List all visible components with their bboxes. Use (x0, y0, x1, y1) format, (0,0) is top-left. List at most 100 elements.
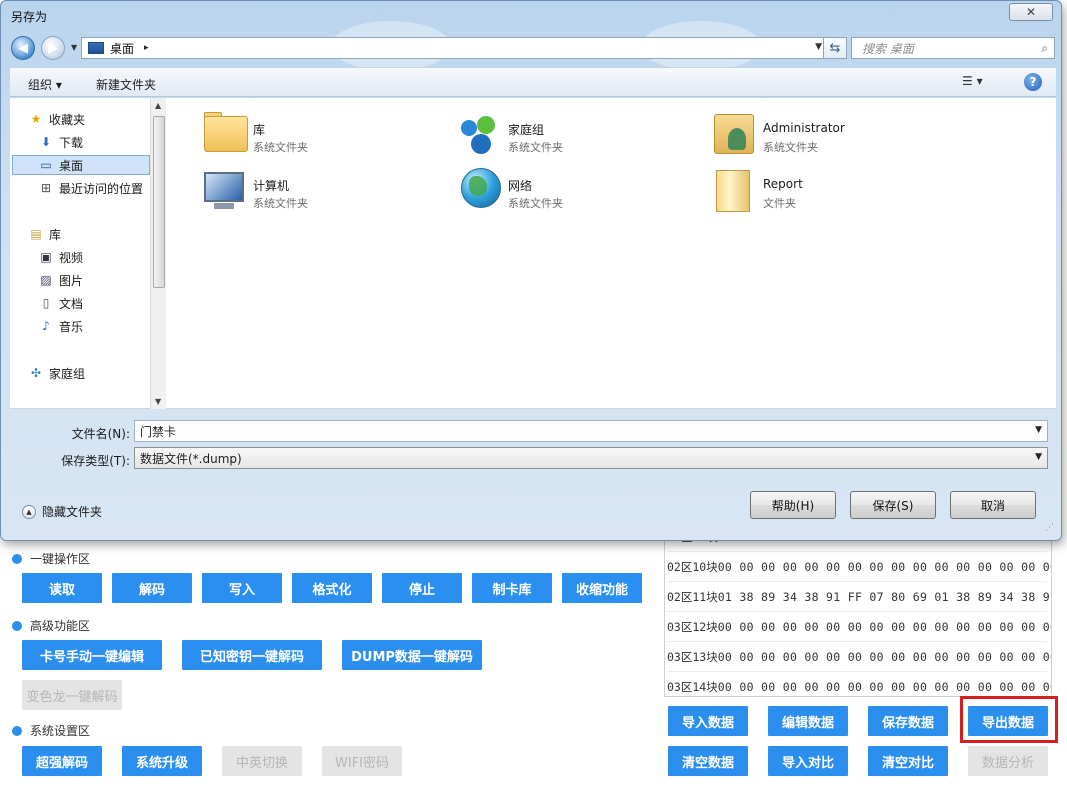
manual-card-edit-button[interactable]: 卡号手动一键编辑 (22, 640, 162, 670)
write-button[interactable]: 写入 (202, 573, 282, 603)
read-button[interactable]: 读取 (22, 573, 102, 603)
clear-data-button[interactable]: 清空数据 (668, 746, 748, 776)
file-type: 系统文件夹 (508, 141, 563, 154)
scrollbar-thumb[interactable] (153, 116, 165, 288)
file-item-administrator[interactable]: Administrator 系统文件夹 (698, 106, 938, 154)
nav-item-label: 图片 (59, 273, 84, 288)
file-list: 库 系统文件夹 家庭组 系统文件夹 Administrator 系统文件夹 计算… (176, 98, 1056, 409)
address-bar[interactable]: 桌面 ▸ ▼ (81, 37, 827, 59)
section-advanced: 高级功能区 (12, 617, 90, 634)
hex-row: 03区13块 00 00 00 00 00 00 00 00 00 00 00 0… (667, 642, 1051, 672)
breadcrumb-arrow-icon[interactable]: ▸ (144, 43, 149, 53)
decode-button[interactable]: 解码 (112, 573, 192, 603)
chameleon-decode-button[interactable]: 变色龙一键解码 (22, 680, 122, 710)
hex-data-panel[interactable]: 02区09块00 00 00 00 00 00 00 00 00 00 00 0… (664, 525, 1052, 697)
scroll-up-icon[interactable]: ▲ (155, 101, 161, 110)
file-name: 计算机 (253, 179, 290, 193)
help-button[interactable]: 帮助(H) (750, 491, 836, 519)
import-compare-button[interactable]: 导入对比 (768, 746, 848, 776)
scroll-down-icon[interactable]: ▼ (155, 397, 161, 406)
breadcrumb-desktop[interactable]: 桌面 (110, 40, 134, 57)
nav-videos[interactable]: ▣ 视频 (38, 247, 83, 267)
cancel-button[interactable]: 取消 (950, 491, 1036, 519)
nav-favorites[interactable]: ★ 收藏夹 (28, 109, 85, 129)
format-button[interactable]: 格式化 (292, 573, 372, 603)
nav-item-label: 文档 (59, 296, 84, 311)
desktop-icon: ▭ (40, 158, 52, 172)
bullet-dot-icon (12, 725, 22, 736)
file-name: Administrator (763, 121, 845, 135)
system-upgrade-button[interactable]: 系统升级 (122, 746, 202, 776)
refresh-button[interactable]: ⇆ (823, 37, 847, 59)
filename-input[interactable]: 门禁卡 ▼ (134, 420, 1048, 442)
file-item-computer[interactable]: 计算机 系统文件夹 (188, 162, 428, 210)
file-name: Report (763, 177, 803, 191)
music-icon: ♪ (42, 319, 50, 333)
file-name: 家庭组 (508, 123, 545, 137)
nav-item-label: 最近访问的位置 (59, 181, 144, 196)
file-name: 网络 (508, 179, 533, 193)
hide-folders-toggle[interactable]: ▲ 隐藏文件夹 (22, 503, 102, 520)
super-decode-button[interactable]: 超强解码 (22, 746, 102, 776)
dialog-titlebar[interactable]: 另存为 ✕ (1, 1, 1061, 29)
collapse-functions-button[interactable]: 收缩功能 (562, 573, 642, 603)
nav-item-label: 桌面 (59, 158, 84, 173)
save-fields: 文件名(N): 门禁卡 ▼ 保存类型(T): 数据文件(*.dump) ▼ (10, 410, 1056, 472)
filename-dropdown-icon[interactable]: ▼ (1035, 425, 1042, 435)
library-icon: ▤ (30, 227, 42, 241)
save-button[interactable]: 保存(S) (850, 491, 936, 519)
data-analysis-button[interactable]: 数据分析 (968, 746, 1048, 776)
search-input[interactable]: 搜索 桌面 ⌕ (851, 37, 1055, 59)
wifi-password-button[interactable]: WIFI密码 (322, 746, 402, 776)
nav-item-label: 家庭组 (49, 366, 86, 381)
nav-desktop[interactable]: ▭ 桌面 (12, 155, 150, 175)
known-key-decode-button[interactable]: 已知密钥一键解码 (182, 640, 322, 670)
navigation-pane: ★ 收藏夹 ⬇ 下载 ▭ 桌面 ⊞ 最近访问的位置 ▤ 库 ▣ 视频 ▨ 图片 ▯ 文档 ♪ 音乐… (10, 98, 166, 409)
language-switch-button[interactable]: 中英切换 (222, 746, 302, 776)
nav-homegroup[interactable]: ✣ 家庭组 (28, 363, 85, 383)
view-options-icon[interactable]: ☰ ▾ (962, 74, 983, 88)
help-icon[interactable]: ? (1024, 73, 1042, 91)
clear-compare-button[interactable]: 清空对比 (868, 746, 948, 776)
file-item-network[interactable]: 网络 系统文件夹 (443, 162, 683, 210)
save-data-button[interactable]: 保存数据 (868, 706, 948, 736)
address-dropdown-icon[interactable]: ▼ (815, 42, 822, 52)
save-as-dialog: 另存为 ✕ ◀ ▶ ▼ 桌面 ▸ ▼ ⇆ 搜索 桌面 ⌕ 组织 ▾ 新建文件夹 … (0, 0, 1062, 541)
nav-item-label: 收藏夹 (49, 112, 86, 127)
import-data-button[interactable]: 导入数据 (668, 706, 748, 736)
filetype-value: 数据文件(*.dump) (140, 451, 242, 466)
card-library-button[interactable]: 制卡库 (472, 573, 552, 603)
organize-menu[interactable]: 组织 ▾ (28, 76, 62, 93)
close-button[interactable]: ✕ (1009, 3, 1053, 21)
documents-icon: ▯ (42, 296, 50, 310)
filetype-dropdown-icon[interactable]: ▼ (1035, 452, 1042, 462)
stop-button[interactable]: 停止 (382, 573, 462, 603)
edit-data-button[interactable]: 编辑数据 (768, 706, 848, 736)
file-item-homegroup[interactable]: 家庭组 系统文件夹 (443, 106, 683, 154)
file-item-report[interactable]: Report 文件夹 (698, 162, 938, 212)
folder-icon (710, 166, 758, 212)
hex-row: 02区11块 01 38 89 34 38 91 FF 07 80 69 01 3… (667, 582, 1051, 612)
nav-pictures[interactable]: ▨ 图片 (38, 270, 83, 290)
filetype-select[interactable]: 数据文件(*.dump) ▼ (134, 447, 1048, 469)
resize-grip-icon[interactable]: ⋰ (1045, 523, 1054, 533)
hex-row: 03区14块 00 00 00 00 00 00 00 00 00 00 00 0… (667, 672, 1051, 696)
computer-icon (200, 166, 248, 210)
homegroup-icon: ✣ (30, 366, 42, 380)
forward-button[interactable]: ▶ (41, 36, 65, 60)
dump-decode-button[interactable]: DUMP数据一键解码 (342, 640, 482, 670)
nav-scrollbar[interactable]: ▲ ▼ (150, 98, 166, 409)
new-folder-button[interactable]: 新建文件夹 (96, 76, 156, 93)
nav-recent-places[interactable]: ⊞ 最近访问的位置 (38, 178, 143, 198)
file-item-library[interactable]: 库 系统文件夹 (188, 106, 428, 154)
nav-documents[interactable]: ▯ 文档 (38, 293, 83, 313)
nav-item-label: 音乐 (59, 319, 84, 334)
hex-row-label: 03区14块 (667, 679, 718, 694)
chevron-up-icon: ▲ (22, 504, 36, 519)
nav-libraries[interactable]: ▤ 库 (28, 224, 61, 244)
nav-downloads[interactable]: ⬇ 下载 (38, 132, 83, 152)
file-type: 系统文件夹 (253, 141, 308, 154)
nav-music[interactable]: ♪ 音乐 (38, 316, 83, 336)
history-dropdown-icon[interactable]: ▼ (71, 43, 77, 52)
back-button[interactable]: ◀ (11, 36, 35, 60)
